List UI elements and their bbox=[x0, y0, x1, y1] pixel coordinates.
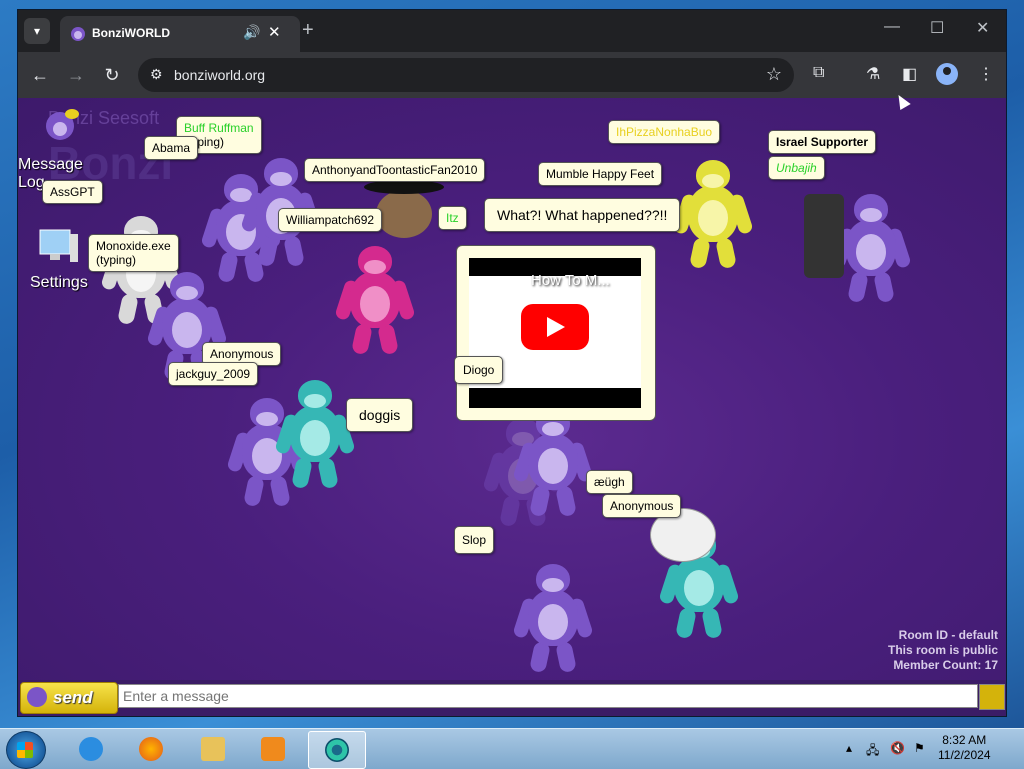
browser-toolbar: ← → ↻ ⚙ bonziworld.org ☆ ⧉ ⚗ ◧ ⋮ bbox=[18, 52, 1006, 98]
settings-label[interactable]: Settings bbox=[30, 274, 88, 292]
volume-muted-icon[interactable]: 🔇 bbox=[890, 741, 905, 755]
user-bubble-itz[interactable]: Itz bbox=[438, 206, 467, 230]
menu-kebab-icon[interactable]: ⋮ bbox=[978, 64, 994, 84]
bookmark-star-icon[interactable]: ☆ bbox=[766, 64, 782, 85]
user-bubble-unbajih[interactable]: Unbajih bbox=[768, 156, 825, 180]
tab-title: BonziWORLD bbox=[92, 26, 170, 40]
room-info: Room ID - default This room is public Me… bbox=[888, 628, 998, 673]
chat-bar: send bbox=[18, 680, 1006, 716]
message-log-label-2[interactable]: Log bbox=[18, 174, 45, 192]
send-button[interactable]: send bbox=[20, 682, 118, 714]
user-bubble-slop[interactable]: Slop bbox=[454, 526, 495, 554]
minimize-icon[interactable]: — bbox=[884, 18, 900, 36]
bubble-name: Monoxide.exe bbox=[96, 239, 171, 253]
media-player-icon bbox=[261, 737, 285, 761]
user-bubble-diogo[interactable]: Diogo bbox=[454, 356, 504, 384]
folder-icon bbox=[201, 737, 225, 761]
user-bubble-ih[interactable]: IhPizzaNonhaBuo bbox=[608, 120, 721, 144]
browser-app-icon bbox=[325, 738, 349, 762]
bonzi-character[interactable] bbox=[512, 408, 594, 518]
embedded-video[interactable]: How To M... bbox=[469, 258, 641, 408]
bubble-name: Buff Ruffman bbox=[184, 121, 254, 135]
browser-window: ▾ BonziWORLD 🔊 ✕ + — ☐ ✕ ← → ↻ ⚙ bonziwo… bbox=[18, 10, 1006, 716]
bonziworld-room: Bonzi Seesoft Bonzi Message Log Settings bbox=[18, 98, 1006, 716]
user-bubble-israel[interactable]: Israel Supporter bbox=[768, 130, 877, 154]
video-message-bubble: How To M... bbox=[456, 245, 656, 421]
taskbar-media-player[interactable] bbox=[248, 731, 298, 767]
speaker-icon[interactable]: 🔊 bbox=[243, 24, 260, 41]
bonzi-character[interactable] bbox=[334, 246, 416, 356]
labs-flask-icon[interactable]: ⚗ bbox=[866, 64, 880, 84]
chevron-down-icon: ▾ bbox=[33, 24, 41, 38]
user-bubble-monoxide[interactable]: Monoxide.exe (typing) bbox=[88, 234, 179, 272]
user-bubble-anonymous-2[interactable]: Anonymous bbox=[602, 494, 682, 518]
address-bar[interactable]: ⚙ bonziworld.org ☆ bbox=[138, 58, 794, 92]
site-info-icon[interactable]: ⚙ bbox=[150, 66, 163, 83]
user-bubble-mumble[interactable]: Mumble Happy Feet bbox=[538, 162, 663, 186]
oil-barrel-icon bbox=[804, 194, 844, 278]
extensions-icon[interactable]: ⧉ bbox=[813, 64, 824, 82]
tab-strip: ▾ BonziWORLD 🔊 ✕ + — ☐ ✕ bbox=[18, 10, 1006, 52]
video-title[interactable]: How To M... bbox=[531, 272, 610, 289]
taskbar-firefox[interactable] bbox=[126, 731, 176, 767]
tab-bonziworld[interactable]: BonziWORLD 🔊 ✕ bbox=[60, 16, 300, 52]
taskbar-internet-explorer[interactable] bbox=[66, 731, 116, 767]
window-close-icon[interactable]: ✕ bbox=[976, 18, 989, 38]
internet-explorer-icon bbox=[79, 737, 103, 761]
typing-indicator: (typing) bbox=[96, 253, 137, 267]
room-id: Room ID - default bbox=[898, 628, 998, 642]
user-bubble-anthony[interactable]: AnthonyandToontasticFan2010 bbox=[304, 158, 486, 182]
message-log-icon[interactable] bbox=[40, 104, 80, 144]
close-tab-icon[interactable]: ✕ bbox=[268, 23, 281, 41]
clock-date: 11/2/2024 bbox=[938, 748, 991, 762]
tray-expand-icon[interactable]: ▴ bbox=[846, 741, 852, 755]
member-count: Member Count: 17 bbox=[893, 658, 998, 672]
bonzi-favicon-icon bbox=[70, 26, 86, 42]
reload-icon[interactable]: ↻ bbox=[100, 63, 124, 87]
tab-search-button[interactable]: ▾ bbox=[24, 18, 50, 44]
message-log-label[interactable]: Message bbox=[18, 156, 83, 174]
user-bubble-augh[interactable]: æügh bbox=[586, 470, 633, 494]
clock-time: 8:32 AM bbox=[942, 733, 987, 747]
user-bubble-jackguy[interactable]: jackguy_2009 bbox=[168, 362, 259, 386]
network-icon[interactable]: 🖧 bbox=[866, 741, 879, 762]
user-bubble-william[interactable]: Williampatch692 bbox=[278, 208, 383, 232]
bearded-face-avatar bbox=[376, 190, 432, 238]
side-panel-icon[interactable]: ◧ bbox=[902, 64, 917, 84]
user-bubble-abama[interactable]: Abama bbox=[144, 136, 199, 160]
taskbar-explorer[interactable] bbox=[188, 731, 238, 767]
url-text[interactable]: bonziworld.org bbox=[174, 67, 265, 83]
chat-input[interactable] bbox=[118, 684, 978, 708]
bonzi-character[interactable] bbox=[512, 564, 594, 674]
firefox-icon bbox=[139, 737, 163, 761]
windows-taskbar: ▴ 🖧 🔇 ⚑ 8:32 AM 11/2/2024 bbox=[0, 728, 1024, 769]
room-public-status: This room is public bbox=[887, 643, 998, 657]
chat-message-what: What?! What happened??!! bbox=[484, 198, 681, 232]
bonzi-character[interactable] bbox=[274, 380, 356, 490]
start-button-icon[interactable] bbox=[6, 731, 46, 769]
maximize-icon[interactable]: ☐ bbox=[930, 18, 944, 38]
action-center-flag-icon[interactable]: ⚑ bbox=[914, 741, 925, 755]
send-label: send bbox=[53, 688, 93, 707]
chat-message-doggis: doggis bbox=[346, 398, 414, 432]
taskbar-chrome[interactable] bbox=[308, 731, 366, 769]
bonzi-head-icon bbox=[27, 687, 47, 707]
bonzi-character[interactable] bbox=[830, 194, 912, 304]
youtube-play-icon[interactable] bbox=[521, 304, 589, 350]
black-hat-icon bbox=[364, 180, 444, 194]
new-tab-button[interactable]: + bbox=[302, 19, 314, 42]
user-bubble-assgpt[interactable]: AssGPT bbox=[42, 180, 103, 204]
system-clock[interactable]: 8:32 AM 11/2/2024 bbox=[938, 733, 991, 763]
bonzi-character[interactable] bbox=[672, 160, 754, 270]
back-arrow-icon[interactable]: ← bbox=[28, 63, 52, 87]
profile-avatar-icon[interactable] bbox=[936, 63, 958, 85]
settings-computer-icon[interactable] bbox=[36, 226, 78, 266]
attachment-icon[interactable] bbox=[979, 684, 1005, 710]
forward-arrow-icon[interactable]: → bbox=[64, 63, 88, 87]
